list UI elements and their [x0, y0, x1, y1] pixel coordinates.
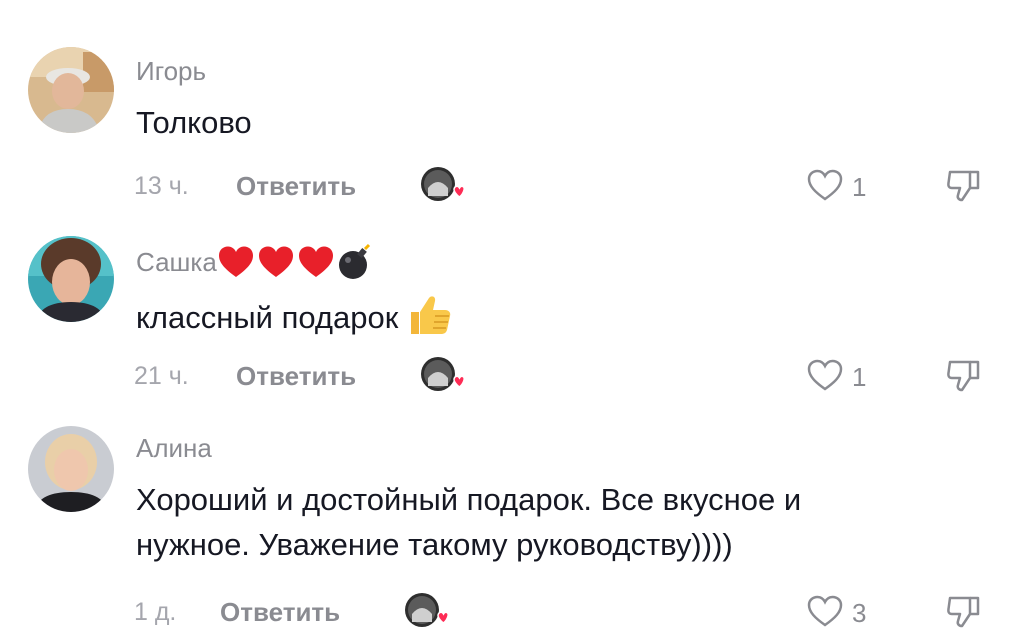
- reply-button[interactable]: Ответить: [236, 361, 356, 392]
- heart-emoji: [217, 245, 255, 283]
- creator-liked-badge: [420, 166, 465, 206]
- comment-author[interactable]: Алина: [136, 435, 212, 461]
- comment-author[interactable]: Сашка: [136, 243, 373, 285]
- heart-outline-icon[interactable]: [806, 168, 844, 207]
- comment-time: 13 ч.: [134, 172, 189, 200]
- dislike-icon[interactable]: [944, 168, 984, 209]
- reply-button[interactable]: Ответить: [236, 171, 356, 202]
- avatar[interactable]: [28, 47, 114, 133]
- heart-emoji: [297, 245, 335, 283]
- comment-actions: 1 д. Ответить 3: [0, 592, 1024, 632]
- comment-time: 1 д.: [134, 598, 177, 626]
- comment-text: классный подарок: [136, 292, 453, 348]
- creator-liked-badge: [404, 592, 449, 632]
- bomb-emoji: [337, 243, 373, 285]
- comment-time: 21 ч.: [134, 362, 189, 390]
- reply-button[interactable]: Ответить: [220, 597, 340, 628]
- heart-outline-icon[interactable]: [806, 358, 844, 397]
- comment-text-content: классный подарок: [136, 300, 399, 336]
- comment-text-line: нужное. Уважение такому руководству)))): [136, 527, 733, 562]
- like-count: 1: [852, 362, 867, 392]
- creator-liked-badge: [420, 356, 465, 396]
- comment-author[interactable]: Игорь: [136, 58, 206, 84]
- dislike-icon[interactable]: [944, 594, 984, 635]
- comment-actions: 13 ч. Ответить 1: [0, 166, 1024, 206]
- author-name: Сашка: [136, 246, 217, 277]
- comment-text-line: Хороший и достойный подарок. Все вкусное…: [136, 482, 802, 517]
- comment-text: Хороший и достойный подарок. Все вкусное…: [136, 477, 996, 567]
- heart-emoji: [257, 245, 295, 283]
- avatar[interactable]: [28, 236, 114, 322]
- comment-text: Толково: [136, 105, 252, 140]
- dislike-icon[interactable]: [944, 358, 984, 399]
- comment-actions: 21 ч. Ответить 1: [0, 356, 1024, 396]
- heart-outline-icon[interactable]: [806, 594, 844, 633]
- like-count: 3: [852, 598, 867, 628]
- like-count: 1: [852, 172, 867, 202]
- avatar[interactable]: [28, 426, 114, 512]
- thumbs-up-emoji: [407, 292, 453, 348]
